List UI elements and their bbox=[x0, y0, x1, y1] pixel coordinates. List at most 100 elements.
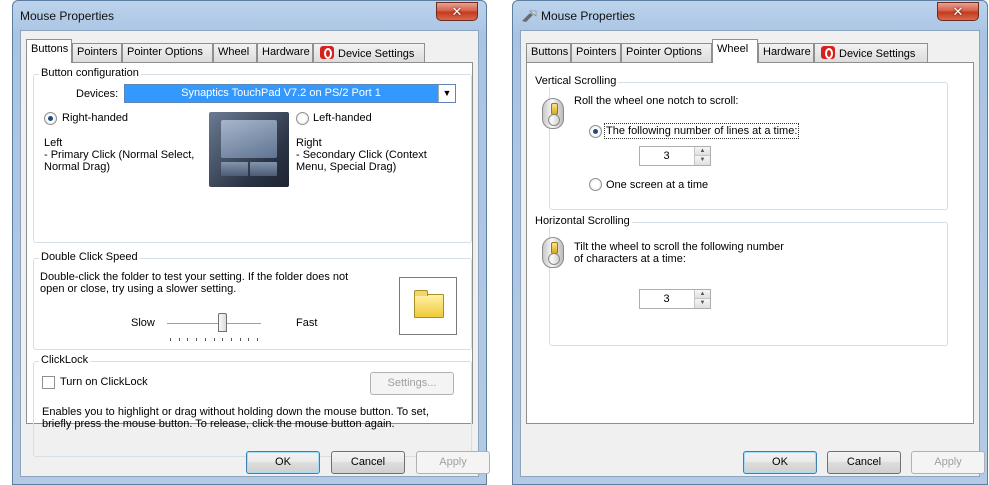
slider-tick bbox=[248, 338, 249, 341]
ok-button[interactable]: OK bbox=[743, 451, 817, 474]
slider-tick bbox=[205, 338, 206, 341]
tab-pointers[interactable]: Pointers bbox=[571, 43, 621, 62]
close-button[interactable]: ✕ bbox=[436, 2, 478, 21]
left-handed-radio[interactable] bbox=[296, 112, 309, 125]
slider-tick bbox=[257, 338, 258, 341]
characters-value[interactable]: 3 bbox=[640, 293, 693, 305]
group-label: Vertical Scrolling bbox=[533, 75, 619, 87]
ok-button[interactable]: OK bbox=[246, 451, 320, 474]
tab-strip: Buttons Pointers Pointer Options Wheel H… bbox=[26, 38, 473, 63]
double-click-desc: Double-click the folder to test your set… bbox=[40, 271, 349, 283]
vertical-scrolling-group: Vertical Scrolling Roll the wheel one no… bbox=[533, 75, 948, 210]
tab-label: Wheel bbox=[717, 43, 749, 55]
tab-buttons[interactable]: Buttons bbox=[526, 43, 571, 62]
tab-label: Device Settings bbox=[839, 48, 916, 60]
tab-wheel[interactable]: Wheel bbox=[213, 43, 257, 62]
clicklock-settings-button[interactable]: Settings... bbox=[370, 372, 454, 395]
slider-tick bbox=[179, 338, 180, 341]
tab-label: Pointer Options bbox=[127, 46, 203, 58]
tab-device-settings[interactable]: Device Settings bbox=[814, 43, 928, 62]
tab-device-settings[interactable]: Device Settings bbox=[313, 43, 425, 62]
mouse-properties-window-wheel: Mouse Properties ✕ Buttons Pointers Poin… bbox=[512, 0, 988, 485]
tab-label: Pointer Options bbox=[626, 46, 702, 58]
spin-down-icon[interactable]: ▼ bbox=[694, 299, 710, 308]
tab-wheel[interactable]: Wheel bbox=[712, 39, 758, 63]
devices-label: Devices: bbox=[76, 88, 119, 100]
fast-label: Fast bbox=[296, 317, 318, 329]
folder-icon[interactable] bbox=[414, 290, 444, 318]
tab-pointers[interactable]: Pointers bbox=[72, 43, 122, 62]
ok-label: OK bbox=[275, 456, 291, 468]
clicklock-checkbox-label[interactable]: Turn on ClickLock bbox=[60, 376, 148, 388]
left-handed-label[interactable]: Left-handed bbox=[313, 112, 372, 124]
tab-page-wheel: Vertical Scrolling Roll the wheel one no… bbox=[526, 62, 974, 424]
left-button-desc-cont: Normal Drag) bbox=[44, 161, 111, 173]
tab-hardware[interactable]: Hardware bbox=[758, 43, 814, 62]
cancel-button[interactable]: Cancel bbox=[331, 451, 405, 474]
double-click-speed-group: Double Click Speed Double-click the fold… bbox=[33, 251, 472, 350]
title-bar[interactable]: Mouse Properties ✕ bbox=[513, 1, 987, 31]
tab-page-buttons: Button configuration Devices: Synaptics … bbox=[26, 62, 473, 457]
spin-up-icon[interactable]: ▲ bbox=[694, 290, 710, 299]
close-icon: ✕ bbox=[952, 4, 964, 19]
right-button-desc: - Secondary Click (Context bbox=[296, 149, 427, 161]
window-title: Mouse Properties bbox=[20, 9, 115, 23]
lines-value[interactable]: 3 bbox=[640, 150, 693, 162]
button-configuration-group: Button configuration Devices: Synaptics … bbox=[33, 67, 472, 243]
apply-button[interactable]: Apply bbox=[416, 451, 490, 474]
cancel-button[interactable]: Cancel bbox=[827, 451, 901, 474]
touchpad-surface bbox=[221, 120, 277, 158]
group-label: Horizontal Scrolling bbox=[533, 215, 632, 227]
tab-label: Wheel bbox=[218, 46, 250, 58]
settings-button-label: Settings... bbox=[387, 377, 437, 389]
left-button-title: Left bbox=[44, 137, 63, 149]
spin-up-icon[interactable]: ▲ bbox=[694, 147, 710, 156]
window-title: Mouse Properties bbox=[541, 9, 636, 23]
left-button-desc: - Primary Click (Normal Select, bbox=[44, 149, 195, 161]
tab-buttons[interactable]: Buttons bbox=[26, 39, 72, 63]
lines-spinner[interactable]: 3 ▲ ▼ bbox=[639, 146, 711, 166]
slider-ticks bbox=[170, 338, 258, 342]
device-settings-icon bbox=[320, 46, 334, 59]
chevron-down-icon[interactable]: ▼ bbox=[438, 85, 455, 102]
dialog-client: Buttons Pointers Pointer Options Wheel H… bbox=[520, 30, 985, 477]
one-screen-label[interactable]: One screen at a time bbox=[606, 179, 708, 191]
tab-label: Device Settings bbox=[338, 48, 415, 60]
devices-dropdown[interactable]: Synaptics TouchPad V7.2 on PS/2 Port 1 ▼ bbox=[124, 84, 456, 103]
clicklock-group: ClickLock Turn on ClickLock Settings... … bbox=[33, 354, 472, 457]
spin-down-icon[interactable]: ▼ bbox=[694, 156, 710, 165]
slow-label: Slow bbox=[131, 317, 155, 329]
tab-label: Pointers bbox=[77, 46, 118, 58]
double-click-speed-slider[interactable] bbox=[218, 313, 227, 332]
horizontal-scroll-prompt: Tilt the wheel to scroll the following n… bbox=[574, 241, 784, 253]
close-button[interactable]: ✕ bbox=[937, 2, 979, 21]
slider-tick bbox=[170, 338, 171, 341]
tab-pointer-options[interactable]: Pointer Options bbox=[122, 43, 213, 62]
ok-label: OK bbox=[772, 456, 788, 468]
tab-pointer-options[interactable]: Pointer Options bbox=[621, 43, 712, 62]
cancel-label: Cancel bbox=[350, 456, 386, 468]
characters-spinner[interactable]: 3 ▲ ▼ bbox=[639, 289, 711, 309]
lines-at-a-time-label[interactable]: The following number of lines at a time: bbox=[603, 123, 800, 139]
tab-label: Hardware bbox=[763, 46, 811, 58]
mouse-wheel-tilt-icon bbox=[542, 237, 564, 268]
mouse-app-icon bbox=[522, 10, 537, 22]
cancel-label: Cancel bbox=[846, 456, 882, 468]
right-handed-label[interactable]: Right-handed bbox=[62, 112, 128, 124]
title-bar[interactable]: Mouse Properties ✕ bbox=[13, 1, 486, 31]
clicklock-checkbox[interactable] bbox=[42, 376, 55, 389]
touchpad-left-button bbox=[221, 162, 248, 176]
slider-tick bbox=[231, 338, 232, 341]
double-click-test-area[interactable] bbox=[399, 277, 457, 335]
right-handed-radio[interactable] bbox=[44, 112, 57, 125]
tab-label: Buttons bbox=[31, 43, 69, 55]
slider-tick bbox=[187, 338, 188, 341]
apply-button[interactable]: Apply bbox=[911, 451, 985, 474]
double-click-speed-track[interactable] bbox=[167, 323, 261, 325]
tab-hardware[interactable]: Hardware bbox=[257, 43, 313, 62]
lines-at-a-time-radio[interactable] bbox=[589, 125, 602, 138]
tab-label: Pointers bbox=[576, 46, 617, 58]
one-screen-radio[interactable] bbox=[589, 178, 602, 191]
tab-label: Buttons bbox=[531, 46, 569, 58]
horizontal-scroll-prompt-cont: of characters at a time: bbox=[574, 253, 686, 265]
